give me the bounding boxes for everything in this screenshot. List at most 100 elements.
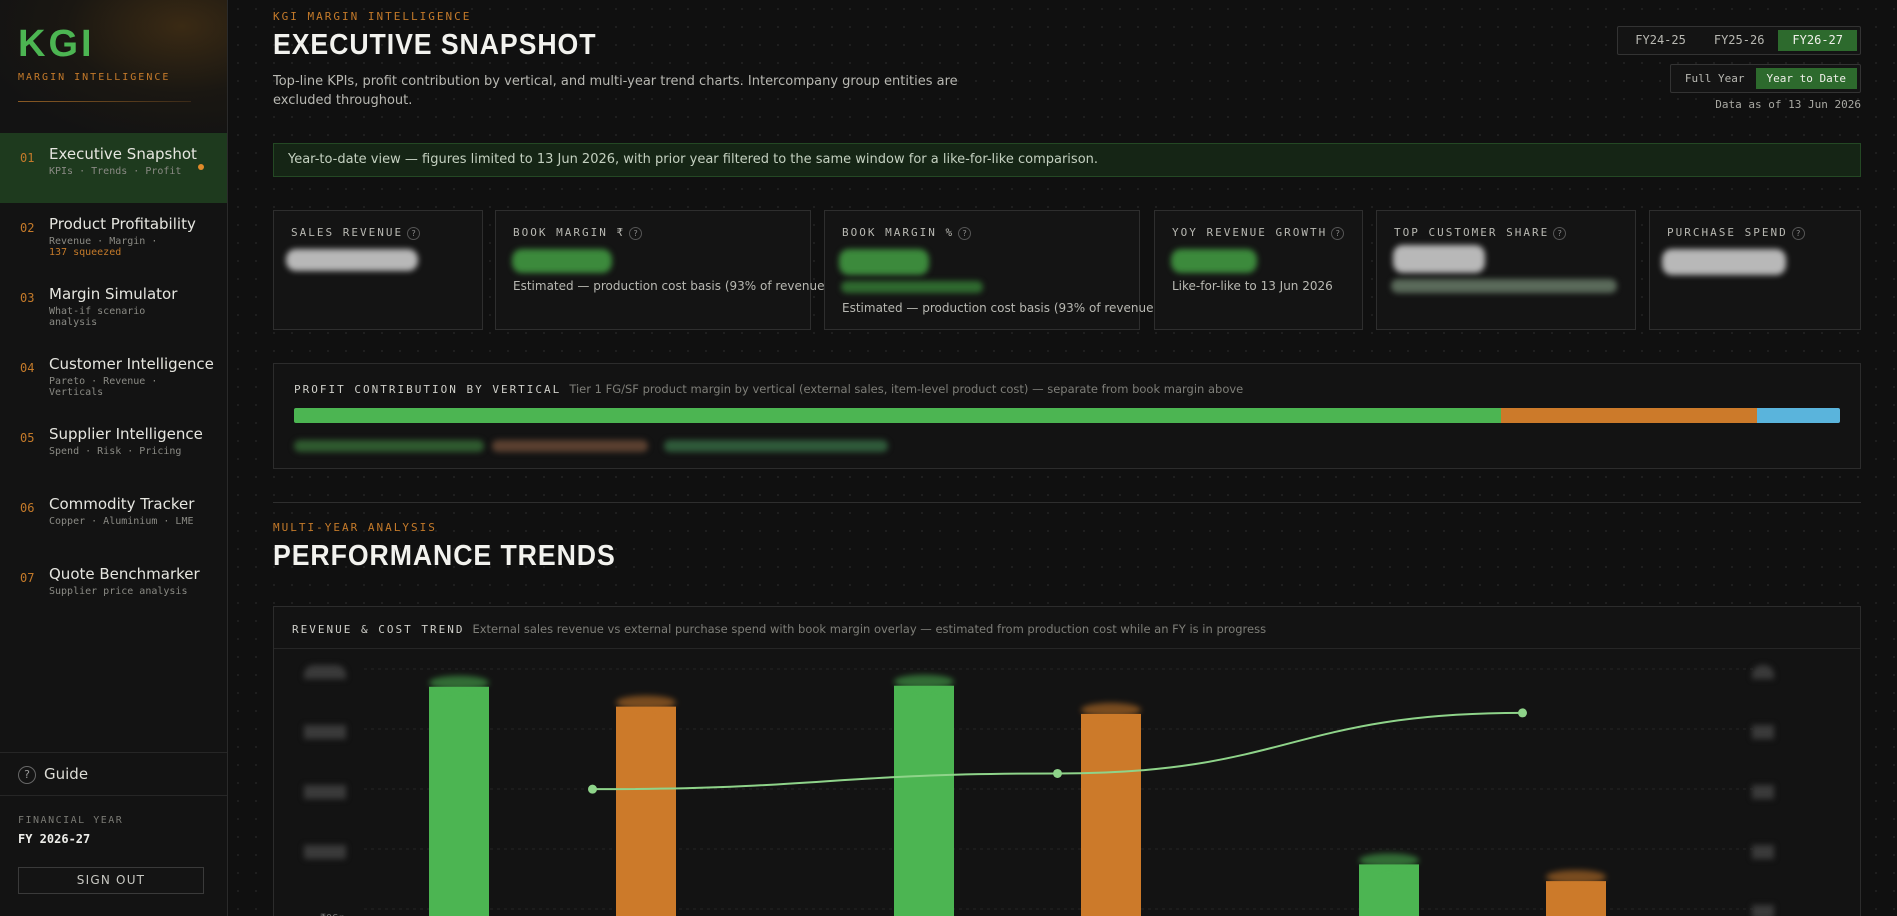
period-tab-full-year[interactable]: Full Year xyxy=(1674,68,1756,89)
kpi-card-yoy-revenue-growth: YOY REVENUE GROWTH? Like-for-like to 13 … xyxy=(1154,210,1363,330)
brand-logo[interactable]: KGI xyxy=(18,24,209,64)
sign-out-button[interactable]: SIGN OUT xyxy=(18,867,204,894)
nav-item-customer-intelligence[interactable]: 04 Customer Intelligence Pareto · Revenu… xyxy=(0,343,227,413)
data-as-of: Data as of 13 Jun 2026 xyxy=(1715,98,1861,111)
redacted-legend-item xyxy=(294,440,484,452)
revenue-cost-trend-panel: REVENUE & COST TREND External sales reven… xyxy=(273,606,1861,916)
nav-title: Supplier Intelligence xyxy=(49,425,203,443)
nav-item-product-profitability[interactable]: 02 Product Profitability Revenue · Margi… xyxy=(0,203,227,273)
help-icon[interactable]: ? xyxy=(958,226,972,240)
profit-contribution-panel: PROFIT CONTRIBUTION BY VERTICAL Tier 1 FG… xyxy=(273,363,1861,469)
nav-number: 02 xyxy=(20,221,35,235)
kpi-note: Estimated — production cost basis (93% o… xyxy=(842,301,1159,315)
kpi-label: BOOK MARGIN %? xyxy=(842,226,1122,240)
kpi-label-text: BOOK MARGIN % xyxy=(842,226,955,239)
nav-number: 01 xyxy=(20,151,35,165)
nav-item-executive-snapshot[interactable]: 01 Executive Snapshot KPIs · Trends · Pr… xyxy=(0,133,227,203)
ytd-info-banner: Year-to-date view — figures limited to 1… xyxy=(273,143,1861,177)
chart-title: REVENUE & COST TREND xyxy=(292,623,465,636)
fy-tab-fy26-27[interactable]: FY26-27 xyxy=(1778,30,1857,51)
vertical-share-segment[interactable] xyxy=(294,408,1502,423)
vertical-share-segment[interactable] xyxy=(1756,408,1840,423)
kpi-card-purchase-spend: PURCHASE SPEND? xyxy=(1649,210,1861,330)
redacted-bar-label xyxy=(894,674,954,689)
kpi-label-text: YOY REVENUE GROWTH xyxy=(1172,226,1328,239)
series-bar xyxy=(1546,881,1606,916)
brand-divider xyxy=(18,101,191,102)
book-margin-point xyxy=(1518,708,1527,718)
kpi-label: TOP CUSTOMER SHARE? xyxy=(1394,226,1618,240)
nav-subtitle: KPIs · Trends · Profit xyxy=(49,166,182,177)
kpi-label-text: PURCHASE SPEND xyxy=(1667,226,1788,239)
revenue-cost-chart: ₹0Cr xyxy=(320,668,1754,916)
nav-number: 03 xyxy=(20,291,35,305)
redacted-bar-label xyxy=(1359,853,1419,868)
series-bar xyxy=(616,706,676,916)
help-icon[interactable]: ? xyxy=(1331,226,1345,240)
sidebar: KGI MARGIN INTELLIGENCE 01 Executive Sna… xyxy=(0,0,228,916)
chart-subtitle: External sales revenue vs external purch… xyxy=(472,622,1267,636)
redacted-value xyxy=(839,249,929,275)
redacted-customer xyxy=(1391,279,1617,293)
vertical-share-segment[interactable] xyxy=(1501,408,1757,423)
book-margin-point xyxy=(1053,768,1062,778)
active-indicator-dot xyxy=(198,164,204,170)
nav-number: 07 xyxy=(20,571,35,585)
page-description: Top-line KPIs, profit contribution by ve… xyxy=(273,74,958,108)
nav-item-quote-benchmarker[interactable]: 07 Quote Benchmarker Supplier price anal… xyxy=(0,553,227,623)
help-icon[interactable]: ? xyxy=(629,226,643,240)
nav-title: Customer Intelligence xyxy=(49,355,214,373)
guide-label: Guide xyxy=(44,765,89,783)
redacted-value xyxy=(286,249,418,271)
kpi-card-top-customer-share: TOP CUSTOMER SHARE? xyxy=(1376,210,1636,330)
section-divider xyxy=(273,502,1861,503)
vertical-stacked-bar xyxy=(294,408,1840,423)
profit-panel-subtitle: Tier 1 FG/SF product margin by vertical … xyxy=(569,382,1244,396)
brand-block: KGI MARGIN INTELLIGENCE xyxy=(0,0,227,132)
redacted-y-axis-labels xyxy=(304,665,346,865)
fy-selector: FY24-25 FY25-26 FY26-27 xyxy=(1617,26,1861,55)
nav-title: Executive Snapshot xyxy=(49,145,197,163)
nav-number: 04 xyxy=(20,361,35,375)
chart-header-text: REVENUE & COST TREND External sales reven… xyxy=(292,622,1842,636)
profit-panel-title: PROFIT CONTRIBUTION BY VERTICAL xyxy=(294,383,562,396)
help-icon[interactable]: ? xyxy=(407,226,421,240)
nav-subtitle: Supplier price analysis xyxy=(49,586,188,597)
nav-item-commodity-tracker[interactable]: 06 Commodity Tracker Copper · Aluminium … xyxy=(0,483,227,553)
main-content: KGI MARGIN INTELLIGENCE EXECUTIVE SNAPSH… xyxy=(229,0,1897,916)
help-icon[interactable]: ? xyxy=(1791,226,1805,240)
financial-year-value: FY 2026-27 xyxy=(18,832,91,846)
kpi-label: SALES REVENUE? xyxy=(291,226,465,240)
redacted-value xyxy=(512,249,612,273)
redacted-change xyxy=(841,281,983,293)
nav-item-margin-simulator[interactable]: 03 Margin Simulator What-if scenario ana… xyxy=(0,273,227,343)
nav-subtitle: Revenue · Margin · 137 squeezed xyxy=(49,236,199,258)
redacted-value xyxy=(1171,249,1257,273)
page-title: EXECUTIVE SNAPSHOT xyxy=(273,29,597,61)
kpi-label: BOOK MARGIN ₹? xyxy=(513,226,793,240)
period-selector: Full Year Year to Date xyxy=(1669,64,1861,93)
squeezed-count: 137 squeezed xyxy=(49,247,122,258)
nav-number: 06 xyxy=(20,501,35,515)
kpi-note: Estimated — production cost basis (93% o… xyxy=(513,279,830,293)
nav-number: 05 xyxy=(20,431,35,445)
redacted-bar-label xyxy=(1546,870,1606,885)
redacted-bar-label xyxy=(429,675,489,690)
series-bar xyxy=(1359,864,1419,916)
nav-subtitle: Pareto · Revenue · Verticals xyxy=(49,376,158,398)
fy-tab-fy25-26[interactable]: FY25-26 xyxy=(1700,30,1779,51)
period-tab-year-to-date[interactable]: Year to Date xyxy=(1755,68,1857,89)
nav-subtitle-text: Revenue · Margin · xyxy=(49,236,158,247)
chart-header: REVENUE & COST TREND External sales reven… xyxy=(274,607,1860,649)
nav-subtitle: What-if scenario analysis xyxy=(49,306,146,328)
nav-title: Quote Benchmarker xyxy=(49,565,200,583)
kpi-label-text: BOOK MARGIN ₹ xyxy=(513,226,626,239)
nav-item-supplier-intelligence[interactable]: 05 Supplier Intelligence Spend · Risk · … xyxy=(0,413,227,483)
fy-tab-fy24-25[interactable]: FY24-25 xyxy=(1621,30,1700,51)
kpi-card-book-margin-inr: BOOK MARGIN ₹? Estimated — production co… xyxy=(495,210,829,330)
brand-subtitle: MARGIN INTELLIGENCE xyxy=(18,72,171,83)
redacted-bar-label xyxy=(616,695,676,710)
help-icon[interactable]: ? xyxy=(1553,226,1567,240)
kpi-label: YOY REVENUE GROWTH? xyxy=(1172,226,1345,240)
guide-link[interactable]: ? Guide xyxy=(0,752,227,796)
